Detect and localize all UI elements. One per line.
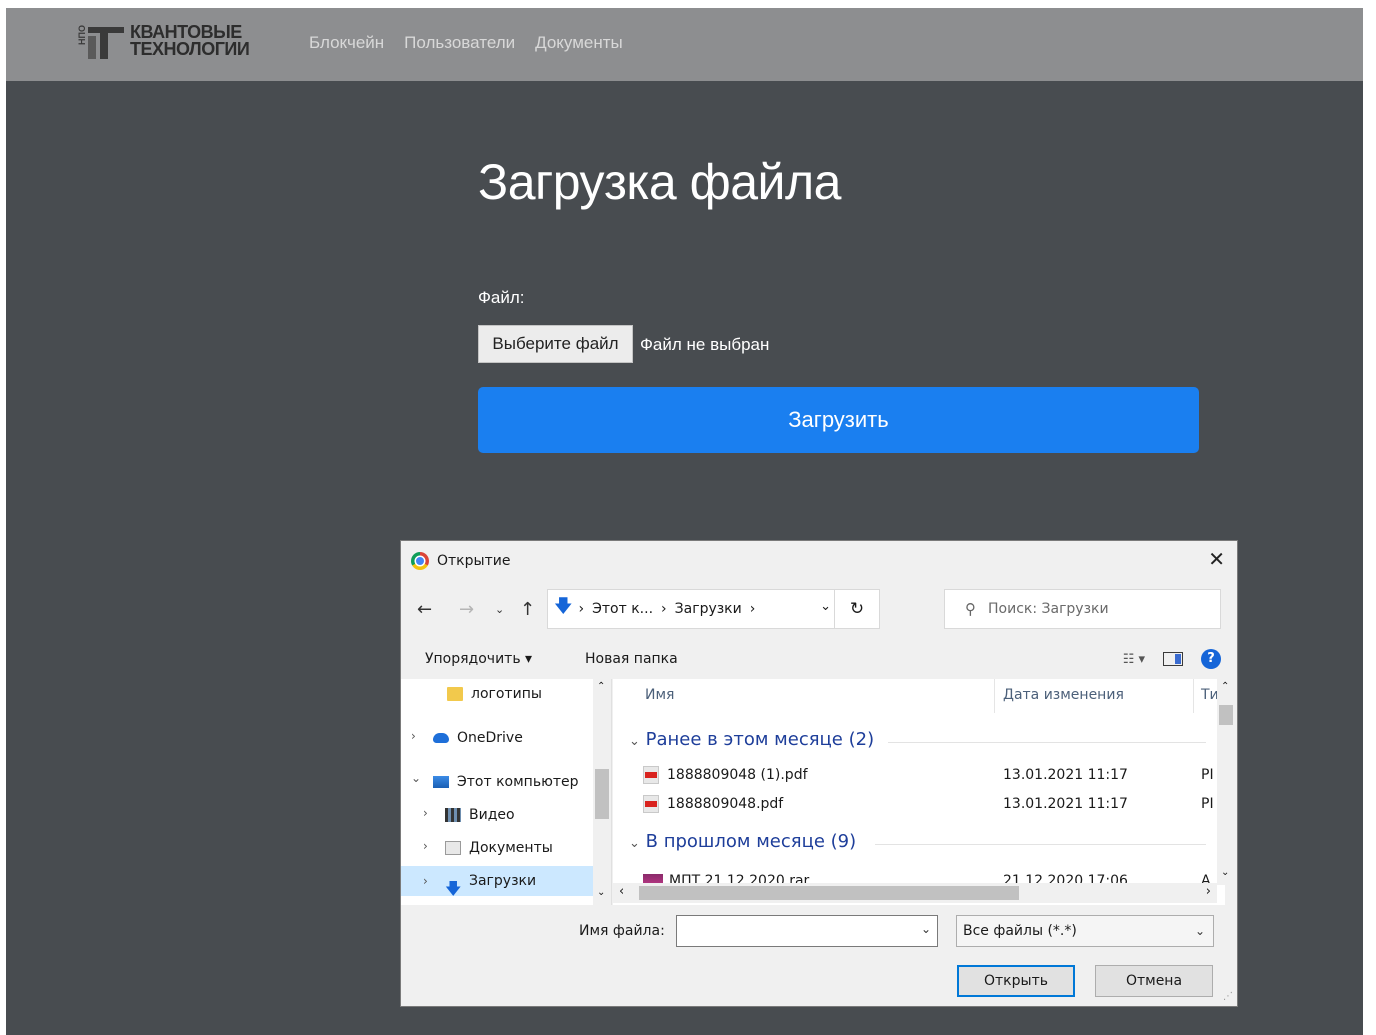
dialog-nav-row: ← → ⌄ ↑ 🡇 › Этот к... › Загрузки › ⌄ ↻ ⚲… xyxy=(401,589,1237,633)
logo-small-text: НПО xyxy=(77,25,87,45)
chevron-down-icon[interactable]: ⌄ xyxy=(921,922,931,936)
page-title: Загрузка файла xyxy=(478,154,841,210)
file-label: Файл: xyxy=(478,288,525,307)
navigation-pane: логотипы › OneDrive ⌄ Этот компьютер › В… xyxy=(401,679,612,905)
logo-text-bottom: ТЕХНОЛОГИИ xyxy=(130,39,250,59)
file-list-hscrollbar[interactable]: ‹ › xyxy=(613,883,1217,903)
resize-grip-icon[interactable]: ⋰ xyxy=(1223,991,1233,1002)
breadcrumb-downloads[interactable]: Загрузки xyxy=(675,601,742,617)
breadcrumb-this-pc[interactable]: Этот к... xyxy=(592,601,653,617)
tree-item-this-pc[interactable]: Этот компьютер xyxy=(433,767,593,797)
scrollbar-thumb[interactable] xyxy=(595,769,609,819)
filename-label: Имя файла: xyxy=(579,923,665,939)
preview-pane-icon[interactable] xyxy=(1163,652,1183,666)
logo-mark: НПО xyxy=(74,22,126,64)
documents-icon xyxy=(445,841,461,855)
cloud-icon xyxy=(433,733,449,743)
dialog-titlebar: Открытие xyxy=(411,550,510,572)
group-header[interactable]: ⌄ В прошлом месяце (9) xyxy=(629,831,856,852)
breadcrumb: › Этот к... › Загрузки › xyxy=(578,601,756,617)
file-row[interactable]: 1888809048.pdf 13.01.2021 11:17 PI xyxy=(643,792,1223,816)
column-date[interactable]: Дата изменения xyxy=(1003,687,1124,703)
navbar: НПО КВАНТОВЫЕ ТЕХНОЛОГИИ Блокчейн Пользо… xyxy=(6,8,1363,81)
open-button[interactable]: Открыть xyxy=(957,965,1075,997)
nav-link-users[interactable]: Пользователи xyxy=(404,33,515,53)
filter-value: Все файлы (*.*) xyxy=(963,923,1077,939)
forward-arrow-icon[interactable]: → xyxy=(459,599,474,620)
address-bar[interactable]: 🡇 › Этот к... › Загрузки › ⌄ ↻ xyxy=(547,589,880,629)
file-row[interactable]: 1888809048 (1).pdf 13.01.2021 11:17 PI xyxy=(643,763,1223,787)
scroll-up-icon[interactable]: ⌃ xyxy=(1221,681,1229,692)
chevron-down-icon[interactable]: ⌄ xyxy=(411,771,421,785)
scroll-right-icon[interactable]: › xyxy=(1206,884,1211,899)
choose-file-button[interactable]: Выберите файл xyxy=(478,325,633,363)
scroll-down-icon[interactable]: ⌄ xyxy=(597,887,605,898)
help-icon[interactable]: ? xyxy=(1201,649,1221,669)
file-type-filter[interactable]: Все файлы (*.*) ⌄ xyxy=(956,915,1214,947)
tree-item-downloads[interactable]: › 🡇 Загрузки xyxy=(401,866,593,898)
video-icon xyxy=(445,808,461,822)
main-nav: Блокчейн Пользователи Документы xyxy=(309,33,623,53)
downloads-location-icon: 🡇 xyxy=(554,596,573,617)
chevron-down-icon: ⌄ xyxy=(629,836,640,851)
dialog-title: Открытие xyxy=(437,553,511,569)
no-file-text: Файл не выбран xyxy=(640,335,770,354)
scroll-up-icon[interactable]: ⌃ xyxy=(597,681,605,692)
scrollbar-thumb[interactable] xyxy=(1219,705,1233,725)
file-list: Имя Дата изменения Ти ⌄ Ранее в этом мес… xyxy=(613,679,1225,905)
computer-icon xyxy=(433,776,449,788)
tree-item-logos[interactable]: логотипы xyxy=(447,679,593,709)
pdf-icon xyxy=(643,795,659,813)
filename-input[interactable]: ⌄ xyxy=(676,915,938,947)
column-name[interactable]: Имя xyxy=(645,687,674,703)
change-view-icon[interactable]: ☷ ▾ xyxy=(1123,652,1145,667)
file-list-vscrollbar[interactable]: ⌃ ⌄ xyxy=(1217,679,1235,885)
refresh-icon[interactable]: ↻ xyxy=(834,590,879,628)
group-header[interactable]: ⌄ Ранее в этом месяце (2) xyxy=(629,729,874,750)
chevron-down-icon[interactable]: ⌄ xyxy=(820,599,831,614)
file-open-dialog: Открытие ✕ ← → ⌄ ↑ 🡇 › Этот к... › Загру… xyxy=(400,540,1238,1007)
tree-item-onedrive[interactable]: OneDrive xyxy=(433,723,593,753)
toolbar-icons: ☷ ▾ ? xyxy=(1123,649,1221,669)
chevron-down-icon: ⌄ xyxy=(1194,924,1205,938)
chevron-right-icon[interactable]: › xyxy=(423,866,428,896)
up-arrow-icon[interactable]: ↑ xyxy=(520,599,535,620)
search-icon: ⚲ xyxy=(965,600,976,618)
logo-text: КВАНТОВЫЕ ТЕХНОЛОГИИ xyxy=(130,23,250,59)
downloads-icon: 🡇 xyxy=(445,879,462,898)
cancel-button[interactable]: Отмена xyxy=(1095,965,1213,997)
chevron-right-icon[interactable]: › xyxy=(423,806,428,820)
recent-locations-icon[interactable]: ⌄ xyxy=(495,603,504,616)
dialog-toolbar: Упорядочить ▾ Новая папка ☷ ▾ ? xyxy=(401,645,1237,675)
navigation-scrollbar[interactable]: ⌃ ⌄ xyxy=(593,679,611,905)
nav-link-blockchain[interactable]: Блокчейн xyxy=(309,33,384,53)
chrome-icon xyxy=(411,552,429,570)
search-box[interactable]: ⚲ Поиск: Загрузки xyxy=(944,589,1221,629)
scrollbar-thumb[interactable] xyxy=(639,886,1019,900)
organize-button[interactable]: Упорядочить ▾ xyxy=(425,651,532,667)
upload-button[interactable]: Загрузить xyxy=(478,387,1199,453)
scroll-down-icon[interactable]: ⌄ xyxy=(1221,867,1229,878)
back-arrow-icon[interactable]: ← xyxy=(417,599,432,620)
close-icon[interactable]: ✕ xyxy=(1208,547,1225,571)
folder-icon xyxy=(447,687,463,701)
pdf-icon xyxy=(643,766,659,784)
column-type[interactable]: Ти xyxy=(1201,687,1219,703)
chevron-right-icon[interactable]: › xyxy=(411,729,416,743)
scroll-left-icon[interactable]: ‹ xyxy=(619,884,624,899)
chevron-down-icon: ⌄ xyxy=(629,734,640,749)
tree-item-video[interactable]: Видео xyxy=(445,800,593,830)
nav-link-documents[interactable]: Документы xyxy=(535,33,623,53)
new-folder-button[interactable]: Новая папка xyxy=(585,651,678,667)
chevron-right-icon[interactable]: › xyxy=(423,839,428,853)
tree-item-documents[interactable]: Документы xyxy=(445,833,593,863)
search-placeholder: Поиск: Загрузки xyxy=(988,601,1109,617)
